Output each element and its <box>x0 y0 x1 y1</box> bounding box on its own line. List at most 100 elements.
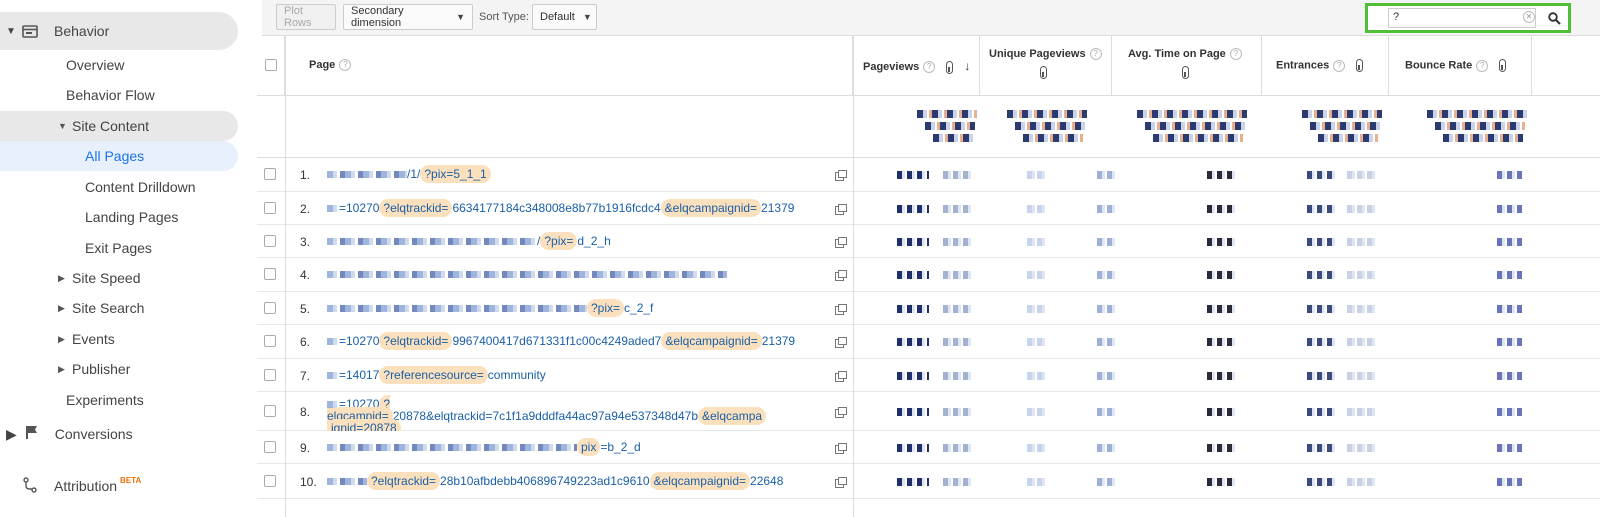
nav-site-speed[interactable]: ▶ Site Speed <box>58 263 141 293</box>
header-avg-time[interactable]: Avg. Time on Page? <box>1112 36 1262 96</box>
open-external-icon[interactable] <box>835 269 847 281</box>
search-input[interactable]: ? <box>1388 8 1536 28</box>
open-external-icon[interactable] <box>835 442 847 454</box>
header-pageviews-label: Pageviews <box>863 61 920 73</box>
header-pageviews[interactable]: Pageviews? ↓ <box>853 36 980 96</box>
select-all-checkbox[interactable] <box>265 59 277 71</box>
open-external-icon[interactable] <box>835 336 847 348</box>
open-external-icon[interactable] <box>835 203 847 215</box>
nav-experiments[interactable]: Experiments <box>66 385 144 415</box>
nav-behavior-flow[interactable]: Behavior Flow <box>66 80 155 110</box>
row-checkbox[interactable] <box>264 369 276 381</box>
row-number: 2. <box>300 202 311 216</box>
page-link[interactable]: =14017 ?referencesource= community <box>327 366 827 384</box>
conversions-flag-icon <box>25 425 39 443</box>
highlighted-query: &elqcampaignid= <box>649 472 751 490</box>
nav-conversions[interactable]: ▶ Conversions <box>0 417 133 451</box>
redacted-metric <box>943 338 973 346</box>
sort-down-icon[interactable]: ↓ <box>964 59 970 73</box>
highlighted-query: pix <box>577 438 601 456</box>
redacted-metric <box>1347 171 1375 179</box>
redacted-metric <box>943 238 973 246</box>
search-button[interactable] <box>1542 8 1566 28</box>
redacted-metric <box>943 271 973 279</box>
page-link[interactable]: ?elqtrackid= 28b10afbdebb406896749223ad1c… <box>327 472 827 490</box>
row-checkbox[interactable] <box>264 202 276 214</box>
header-entrances[interactable]: Entrances? <box>1262 36 1389 96</box>
nav-behavior[interactable]: ▼ Behavior <box>0 12 238 50</box>
open-external-icon[interactable] <box>835 169 847 181</box>
redacted-metric <box>1027 171 1047 179</box>
attribution-icon <box>22 476 38 496</box>
header-bounce-rate[interactable]: Bounce Rate? <box>1389 36 1532 96</box>
plot-rows-button[interactable]: Plot Rows <box>276 4 336 30</box>
url-segment: /1/ <box>407 167 421 181</box>
table-row: 5. ?pix= c_2_f <box>257 292 1600 325</box>
redacted-metric <box>1097 205 1115 213</box>
clear-icon[interactable]: ✕ <box>1523 11 1535 23</box>
open-external-icon[interactable] <box>835 370 847 382</box>
redacted-metric <box>943 205 973 213</box>
header-unique-pageviews-label: Unique Pageviews <box>989 48 1086 60</box>
help-icon[interactable]: ? <box>1333 59 1346 72</box>
nav-site-content[interactable]: ▼ Site Content <box>0 111 238 141</box>
row-checkbox[interactable] <box>264 335 276 347</box>
highlighted-query: &elqcampa <box>698 407 767 425</box>
open-external-icon[interactable] <box>835 303 847 315</box>
nav-publisher[interactable]: ▶ Publisher <box>58 354 130 384</box>
redacted-metric <box>897 271 929 279</box>
nav-content-drilldown[interactable]: Content Drilldown <box>85 172 196 202</box>
redacted-metric <box>1027 238 1047 246</box>
help-icon[interactable]: ? <box>1229 48 1242 61</box>
row-checkbox[interactable] <box>264 405 276 417</box>
help-icon[interactable]: ? <box>339 59 352 72</box>
open-external-icon[interactable] <box>835 476 847 488</box>
url-segment: =b_2_d <box>600 440 641 454</box>
redacted-metric <box>1347 205 1375 213</box>
help-icon[interactable]: ? <box>1089 48 1102 61</box>
thermometer-icon <box>1499 59 1507 72</box>
page-link[interactable]: ?pix= c_2_f <box>327 299 827 317</box>
row-checkbox[interactable] <box>264 268 276 280</box>
open-external-icon[interactable] <box>835 236 847 248</box>
nav-all-pages[interactable]: All Pages <box>0 141 238 171</box>
help-icon[interactable]: ? <box>1476 59 1489 72</box>
redacted-metric <box>1023 134 1083 142</box>
secondary-dimension-dropdown[interactable]: Secondary dimension ▼ <box>343 4 473 30</box>
nav-attribution[interactable]: Attribution BETA <box>0 469 141 503</box>
redacted-metric <box>897 408 929 416</box>
row-checkbox[interactable] <box>264 475 276 487</box>
row-number: 4. <box>300 268 311 282</box>
open-external-icon[interactable] <box>835 406 847 418</box>
sort-type-dropdown[interactable]: Default ▼ <box>532 4 597 30</box>
redacted-metric <box>1497 171 1522 179</box>
row-checkbox[interactable] <box>264 302 276 314</box>
header-select-all <box>257 36 285 96</box>
page-link[interactable]: =10270 ?elqcampid= 20878&elqtrackid=7c1f1a… <box>327 395 827 437</box>
nav-landing-pages[interactable]: Landing Pages <box>85 202 178 232</box>
page-link[interactable]: =10270 ?elqtrackid= 6634177184c348008e8b77… <box>327 199 827 217</box>
row-checkbox[interactable] <box>264 441 276 453</box>
row-checkbox[interactable] <box>264 235 276 247</box>
redacted-metric <box>925 122 975 130</box>
help-icon[interactable]: ? <box>923 61 936 74</box>
explorer-table: Page? Pageviews? ↓ Unique Pageviews? Avg… <box>257 36 1600 517</box>
row-checkbox[interactable] <box>264 168 276 180</box>
nav-events[interactable]: ▶ Events <box>58 324 115 354</box>
sort-type-label: Sort Type: <box>479 11 529 23</box>
redacted-metric <box>943 444 973 452</box>
header-page[interactable]: Page? <box>285 36 853 96</box>
redacted-metric <box>1097 478 1115 486</box>
page-link[interactable]: / ?pix= d_2_h <box>327 232 827 250</box>
redacted-metric <box>1427 110 1527 118</box>
nav-exit-pages[interactable]: Exit Pages <box>85 233 152 263</box>
redacted-metric <box>1302 110 1382 118</box>
header-unique-pageviews[interactable]: Unique Pageviews? <box>980 36 1112 96</box>
page-link[interactable] <box>327 268 827 280</box>
page-link[interactable]: /1/?pix=5_1_1 <box>327 165 827 183</box>
page-link[interactable]: pix =b_2_d <box>327 438 827 456</box>
page-link[interactable]: =10270 ?elqtrackid= 9967400417d671331f1c00… <box>327 332 827 350</box>
redacted-metric <box>1015 122 1085 130</box>
nav-overview[interactable]: Overview <box>66 50 124 80</box>
nav-site-search[interactable]: ▶ Site Search <box>58 293 144 323</box>
